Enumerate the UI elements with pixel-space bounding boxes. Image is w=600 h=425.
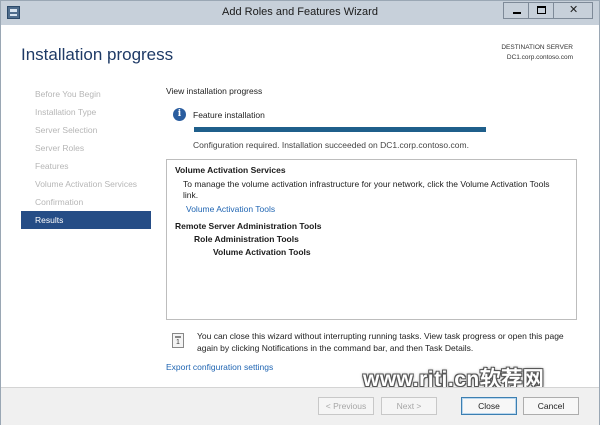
sidebar-item-results[interactable]: Results [21, 211, 151, 229]
close-icon: ✕ [569, 4, 579, 16]
result-subitem: Role Administration Tools [194, 234, 299, 244]
cancel-button[interactable]: Cancel [523, 397, 579, 415]
section-heading: View installation progress [166, 86, 263, 96]
close-wizard-note: You can close this wizard without interr… [197, 331, 564, 353]
destination-server-name: DC1.corp.contoso.com [506, 54, 573, 61]
previous-button[interactable]: < Previous [318, 397, 374, 415]
installation-progress-bar [194, 127, 486, 132]
window-controls: ✕ [503, 2, 593, 20]
minimize-button[interactable] [503, 2, 529, 19]
close-button[interactable]: Close [461, 397, 517, 415]
results-list[interactable]: Volume Activation Services To manage the… [166, 159, 577, 320]
destination-server-label: DESTINATION SERVER [501, 44, 573, 51]
notification-flag-icon: 1 [172, 333, 184, 348]
wizard-window: Add Roles and Features Wizard ✕ Installa… [0, 0, 600, 425]
result-subitem: Volume Activation Tools [213, 247, 311, 257]
result-group-title: Volume Activation Services [175, 165, 286, 175]
feature-installation-label: Feature installation [193, 110, 265, 120]
sidebar-item-volume-activation-services: Volume Activation Services [35, 179, 138, 189]
sidebar-item-features: Features [35, 161, 69, 171]
sidebar-item-installation-type: Installation Type [35, 107, 97, 117]
close-window-button[interactable]: ✕ [553, 2, 593, 19]
progress-bar-fill [194, 127, 486, 132]
title-bar[interactable]: Add Roles and Features Wizard ✕ [1, 1, 599, 25]
export-configuration-settings-link[interactable]: Export configuration settings [166, 362, 273, 372]
next-button[interactable]: Next > [381, 397, 437, 415]
maximize-icon [537, 6, 546, 14]
volume-activation-tools-link[interactable]: Volume Activation Tools [186, 204, 275, 214]
sidebar-item-server-selection: Server Selection [35, 125, 98, 135]
sidebar-item-confirmation: Confirmation [35, 197, 84, 207]
maximize-button[interactable] [528, 2, 554, 19]
installation-status-text: Configuration required. Installation suc… [193, 140, 469, 150]
result-group-title: Remote Server Administration Tools [175, 221, 322, 231]
minimize-icon [513, 12, 521, 14]
info-icon: i [173, 108, 186, 121]
page-title: Installation progress [21, 45, 174, 64]
wizard-steps-sidebar: Before You Begin Installation Type Serve… [21, 85, 151, 229]
wizard-footer: < Previous Next > Close Cancel [1, 387, 599, 425]
sidebar-item-before-you-begin: Before You Begin [35, 89, 101, 99]
sidebar-item-server-roles: Server Roles [35, 143, 85, 153]
result-group-description: To manage the volume activation infrastr… [183, 179, 550, 200]
